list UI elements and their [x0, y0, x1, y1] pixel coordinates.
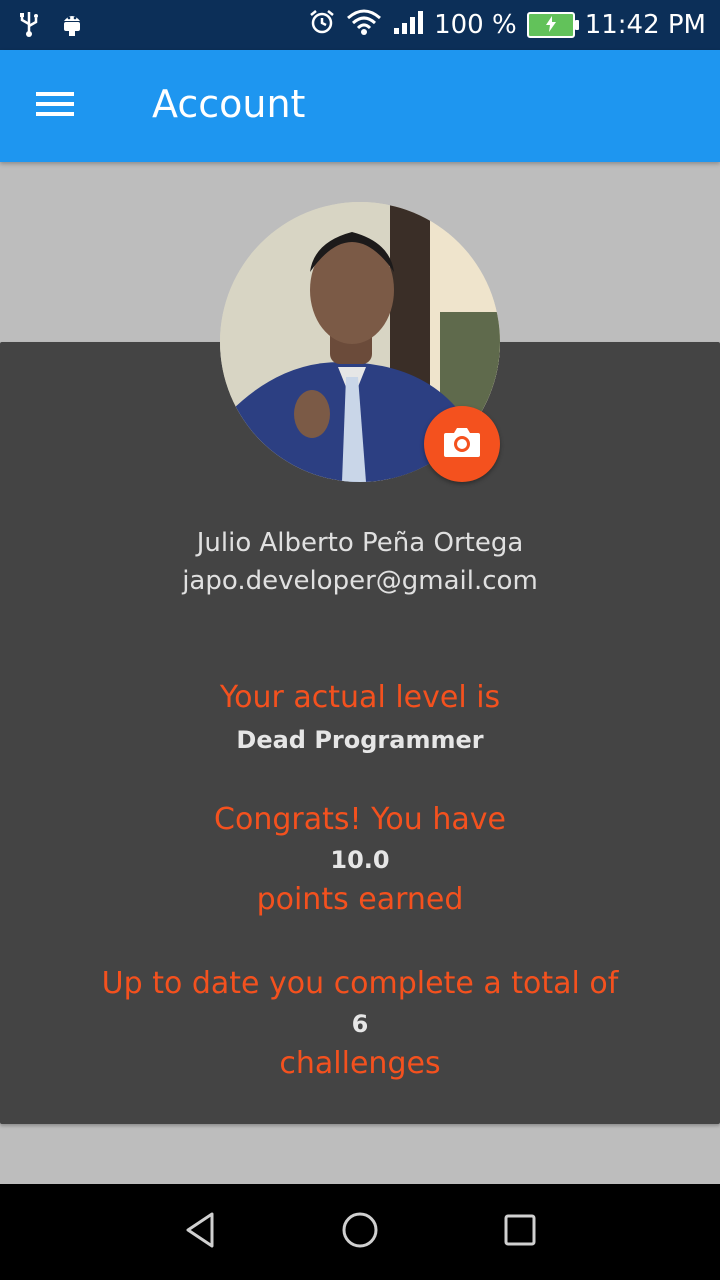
wifi-icon: [346, 8, 382, 43]
challenges-value: 6: [351, 1010, 369, 1038]
points-suffix: points earned: [256, 882, 464, 917]
camera-icon: [442, 425, 482, 463]
challenges-intro: Up to date you complete a total of: [101, 966, 619, 1001]
alarm-icon: [308, 8, 336, 43]
back-triangle-icon: [180, 1210, 220, 1254]
menu-button[interactable]: [30, 80, 82, 132]
home-button[interactable]: [330, 1202, 390, 1262]
recents-square-icon: [500, 1210, 540, 1254]
app-bar: Account: [0, 50, 720, 162]
status-left-icons: [18, 10, 84, 42]
level-intro: Your actual level is: [219, 680, 501, 715]
back-button[interactable]: [170, 1202, 230, 1262]
points-intro: Congrats! You have: [214, 802, 506, 837]
profile-name: Julio Alberto Peña Ortega: [196, 528, 524, 558]
status-right-icons: 100 % 11:42 PM: [308, 8, 706, 42]
change-photo-button[interactable]: [424, 406, 500, 482]
home-circle-icon: [340, 1210, 380, 1254]
profile-email: japo.developer@gmail.com: [182, 566, 538, 596]
points-value: 10.0: [330, 846, 390, 874]
level-value: Dead Programmer: [236, 726, 484, 754]
recents-button[interactable]: [490, 1202, 550, 1262]
signal-icon: [392, 8, 424, 43]
page-title: Account: [152, 82, 306, 126]
challenges-suffix: challenges: [279, 1046, 441, 1081]
usb-icon: [18, 10, 40, 42]
status-bar: 100 % 11:42 PM: [0, 0, 720, 50]
battery-percent: 100 %: [434, 10, 517, 40]
hamburger-menu-icon: [36, 88, 76, 124]
clock: 11:42 PM: [584, 10, 706, 40]
battery-icon: [526, 12, 579, 38]
android-debug-icon: [60, 11, 84, 41]
system-navigation-bar: [0, 1184, 720, 1280]
